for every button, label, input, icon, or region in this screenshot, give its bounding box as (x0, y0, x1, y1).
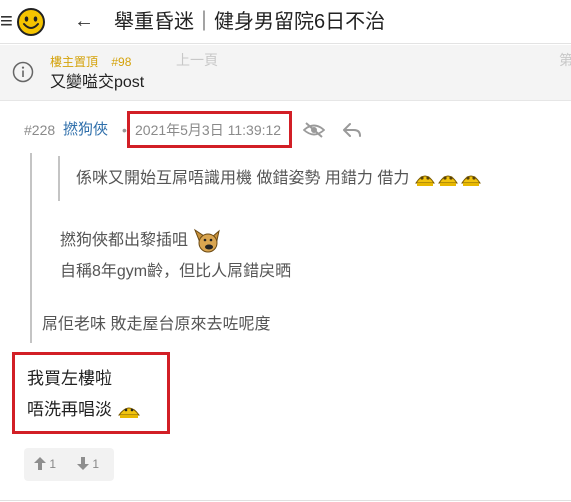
back-arrow-icon[interactable]: ← (74, 9, 94, 33)
timestamp-highlight-box (127, 111, 292, 148)
downvote-count: 1 (92, 457, 100, 471)
quote-line-1-text: 撚狗俠都出黎插咀 (60, 232, 189, 250)
thumb-up-icon (34, 457, 46, 470)
downvote-button[interactable]: 1 (77, 455, 99, 473)
upvote-count: 1 (49, 457, 57, 471)
post-meta: #228 撚狗俠 • 2021年5月3日 11:39:12 (24, 119, 281, 141)
info-icon (12, 61, 34, 83)
cheer-face-emoji-icon (414, 175, 481, 186)
pinned-label: 樓主置頂 (50, 55, 99, 69)
vote-box: 1 1 (24, 448, 114, 481)
pinned-number: #98 (111, 55, 132, 69)
eye-off-icon[interactable] (303, 121, 325, 139)
nested-quote-text-line: 係咪又開始互屌唔識用機 做錯姿勢 用錯力 借力 (76, 168, 482, 190)
pinned-meta: 樓主置頂 #98 (50, 55, 131, 69)
reply-line-2-text: 唔洗再唱淡 (27, 400, 112, 419)
pinned-reply-banner[interactable]: 樓主置頂 #98 又變嗌交post (0, 45, 571, 101)
post-divider (0, 500, 571, 501)
reply-icon[interactable] (342, 121, 362, 139)
author-link[interactable]: 撚狗俠 (63, 119, 108, 141)
pinned-text[interactable]: 又變嗌交post (50, 73, 144, 93)
post-number: #228 (24, 122, 56, 138)
smiley-logo-icon[interactable] (16, 7, 46, 37)
next-page-link[interactable]: 第 (559, 50, 571, 70)
quote-line-1: 撚狗俠都出黎插咀 (60, 227, 222, 255)
top-bar: ≡ ← 舉重昏迷｜健身男留院6日不治 (0, 0, 571, 44)
menu-icon[interactable]: ≡ (0, 8, 12, 34)
dog-face-emoji-icon (194, 228, 221, 253)
nested-quote-text: 係咪又開始互屌唔識用機 做錯姿勢 用錯力 借力 (76, 170, 410, 187)
upvote-button[interactable]: 1 (34, 455, 56, 473)
thumb-down-icon (77, 457, 89, 470)
prev-page-link[interactable]: 上一頁 (176, 50, 218, 70)
quote-line-2: 自稱8年gym齡，但比人屌錯戻晒 (60, 263, 292, 280)
quote-line-3: 屌佢老味 敗走屋台原來去咗呢度 (42, 316, 271, 333)
reply-line-2: 唔洗再唱淡 (27, 398, 141, 422)
reply-line-1: 我買左樓啦 (27, 369, 112, 388)
cheer-face-emoji-icon (117, 407, 140, 418)
thread-title: 舉重昏迷｜健身男留院6日不治 (114, 11, 386, 33)
